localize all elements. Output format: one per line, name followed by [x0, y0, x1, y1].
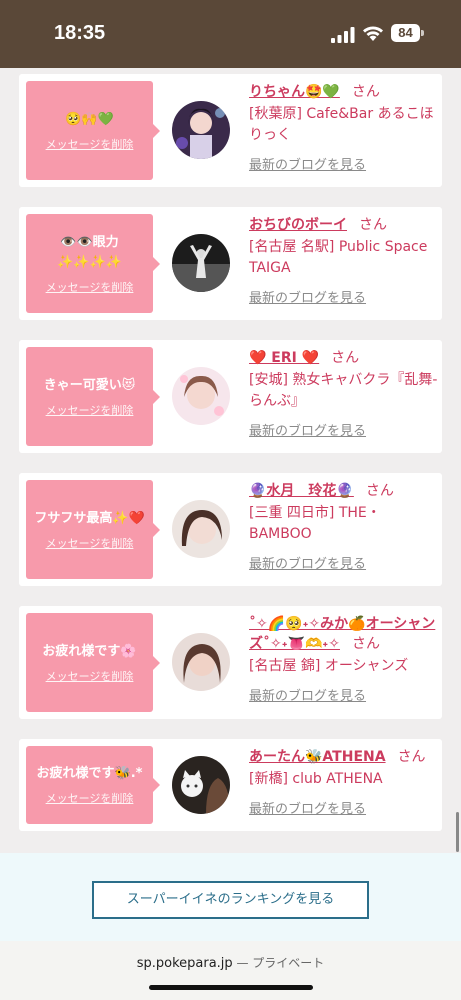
scrollbar[interactable]: [456, 812, 459, 852]
shop-info: [三重 四日市] THE・BAMBOO: [249, 505, 381, 542]
wifi-icon: [363, 26, 383, 41]
message-list: 🥺🙌💚 メッセージを削除 りちゃん🤩💚 さん [秋葉原] Cafe&Bar あるこ…: [0, 68, 461, 853]
shop-info: [名古屋 名駅] Public Space TAIGA: [249, 239, 428, 276]
honorific: さん: [351, 84, 380, 100]
avatar[interactable]: [172, 367, 230, 425]
avatar[interactable]: [172, 234, 230, 292]
message-text: お疲れ様です🐝.*: [36, 766, 143, 781]
status-bar: 18:35 84: [0, 0, 461, 68]
user-info: ˚✧🌈🥺˖✧みか🍊オーシャンズ˚✧˖👅🫶˖✧ さん [名古屋 錦] オーシャンズ …: [249, 614, 439, 704]
avatar[interactable]: [172, 756, 230, 814]
message-bubble: フサフサ最高✨❤️ メッセージを削除: [26, 480, 160, 579]
shop-info: [名古屋 錦] オーシャンズ: [249, 658, 409, 674]
user-name-link[interactable]: ❤️ ERI ❤️: [249, 350, 319, 366]
user-name-link[interactable]: りちゃん🤩💚: [249, 84, 340, 100]
view-ranking-button[interactable]: スーパーイイネのランキングを見る: [92, 881, 369, 919]
shop-info: [新橋] club ATHENA: [249, 771, 383, 787]
latest-blog-link[interactable]: 最新のブログを見る: [249, 553, 366, 572]
home-indicator[interactable]: [149, 985, 313, 990]
latest-blog-link[interactable]: 最新のブログを見る: [249, 154, 366, 173]
url-domain: sp.pokepara.jp: [136, 956, 233, 971]
latest-blog-link[interactable]: 最新のブログを見る: [249, 287, 366, 306]
message-text: 🥺🙌💚: [65, 111, 114, 127]
message-text: 👁️👁️眼力✨✨✨✨: [57, 234, 122, 270]
user-info: おちびのボーイ さん [名古屋 名駅] Public Space TAIGA 最新…: [249, 215, 439, 306]
user-info: あーたん🐝ATHENA さん [新橋] club ATHENA 最新のブログを見る: [249, 747, 439, 817]
latest-blog-link[interactable]: 最新のブログを見る: [249, 798, 366, 817]
delete-message-link[interactable]: メッセージを削除: [46, 668, 134, 684]
message-card: 👁️👁️眼力✨✨✨✨ メッセージを削除 おちびのボーイ さん [名古屋 名駅] P…: [19, 207, 442, 320]
browser-url-bar[interactable]: sp.pokepara.jp — プライベート: [0, 941, 461, 1000]
message-card: 🥺🙌💚 メッセージを削除 りちゃん🤩💚 さん [秋葉原] Cafe&Bar あるこ…: [19, 74, 442, 187]
user-name-link[interactable]: 🔮水月 玲花🔮: [249, 483, 354, 499]
delete-message-link[interactable]: メッセージを削除: [46, 790, 134, 806]
message-card: きゃー可愛い😻 メッセージを削除 ❤️ ERI ❤️ さん [安城] 熟女キャバク…: [19, 340, 442, 453]
honorific: さん: [359, 217, 387, 233]
message-card: フサフサ最高✨❤️ メッセージを削除 🔮水月 玲花🔮 さん [三重 四日市] TH…: [19, 473, 442, 586]
message-bubble: 🥺🙌💚 メッセージを削除: [26, 81, 160, 180]
ranking-section: スーパーイイネのランキングを見る: [0, 853, 461, 941]
cellular-signal-icon: [331, 27, 355, 43]
honorific: さん: [397, 749, 426, 765]
message-bubble: お疲れ様です🌸 メッセージを削除: [26, 613, 160, 712]
message-bubble: お疲れ様です🐝.* メッセージを削除: [26, 746, 160, 824]
honorific: さん: [351, 636, 380, 652]
avatar[interactable]: [172, 500, 230, 558]
user-info: ❤️ ERI ❤️ さん [安城] 熟女キャバクラ『乱舞-らんぶ』 最新のブログを…: [249, 348, 439, 439]
latest-blog-link[interactable]: 最新のブログを見る: [249, 420, 366, 439]
message-card: お疲れ様です🌸 メッセージを削除 ˚✧🌈🥺˖✧みか🍊オーシャンズ˚✧˖👅🫶˖✧ さ…: [19, 606, 442, 719]
message-bubble: 👁️👁️眼力✨✨✨✨ メッセージを削除: [26, 214, 160, 313]
shop-info: [秋葉原] Cafe&Bar あるこほりっく: [249, 106, 434, 143]
user-info: 🔮水月 玲花🔮 さん [三重 四日市] THE・BAMBOO 最新のブログを見る: [249, 481, 439, 572]
battery-indicator: 84: [391, 24, 420, 42]
message-card: お疲れ様です🐝.* メッセージを削除 あーたん🐝ATHENA さん [新橋] cl…: [19, 739, 442, 831]
message-text: きゃー可愛い😻: [43, 377, 136, 393]
avatar[interactable]: [172, 101, 230, 159]
delete-message-link[interactable]: メッセージを削除: [46, 279, 134, 295]
message-text: フサフサ最高✨❤️: [34, 510, 145, 526]
user-name-link[interactable]: おちびのボーイ: [249, 217, 347, 233]
battery-tip: [421, 30, 424, 36]
delete-message-link[interactable]: メッセージを削除: [46, 136, 134, 152]
message-bubble: きゃー可愛い😻 メッセージを削除: [26, 347, 160, 446]
honorific: さん: [365, 483, 394, 499]
message-text: お疲れ様です🌸: [42, 643, 137, 659]
status-time: 18:35: [54, 22, 106, 44]
honorific: さん: [331, 350, 360, 366]
delete-message-link[interactable]: メッセージを削除: [46, 402, 134, 418]
user-name-link[interactable]: ˚✧🌈🥺˖✧みか🍊オーシャンズ˚✧˖👅🫶˖✧: [249, 616, 435, 652]
shop-info: [安城] 熟女キャバクラ『乱舞-らんぶ』: [249, 372, 438, 409]
avatar[interactable]: [172, 633, 230, 691]
user-name-link[interactable]: あーたん🐝ATHENA: [249, 749, 386, 765]
user-info: りちゃん🤩💚 さん [秋葉原] Cafe&Bar あるこほりっく 最新のブログを見…: [249, 82, 439, 173]
delete-message-link[interactable]: メッセージを削除: [46, 535, 134, 551]
private-label: — プライベート: [232, 956, 325, 970]
latest-blog-link[interactable]: 最新のブログを見る: [249, 685, 366, 704]
